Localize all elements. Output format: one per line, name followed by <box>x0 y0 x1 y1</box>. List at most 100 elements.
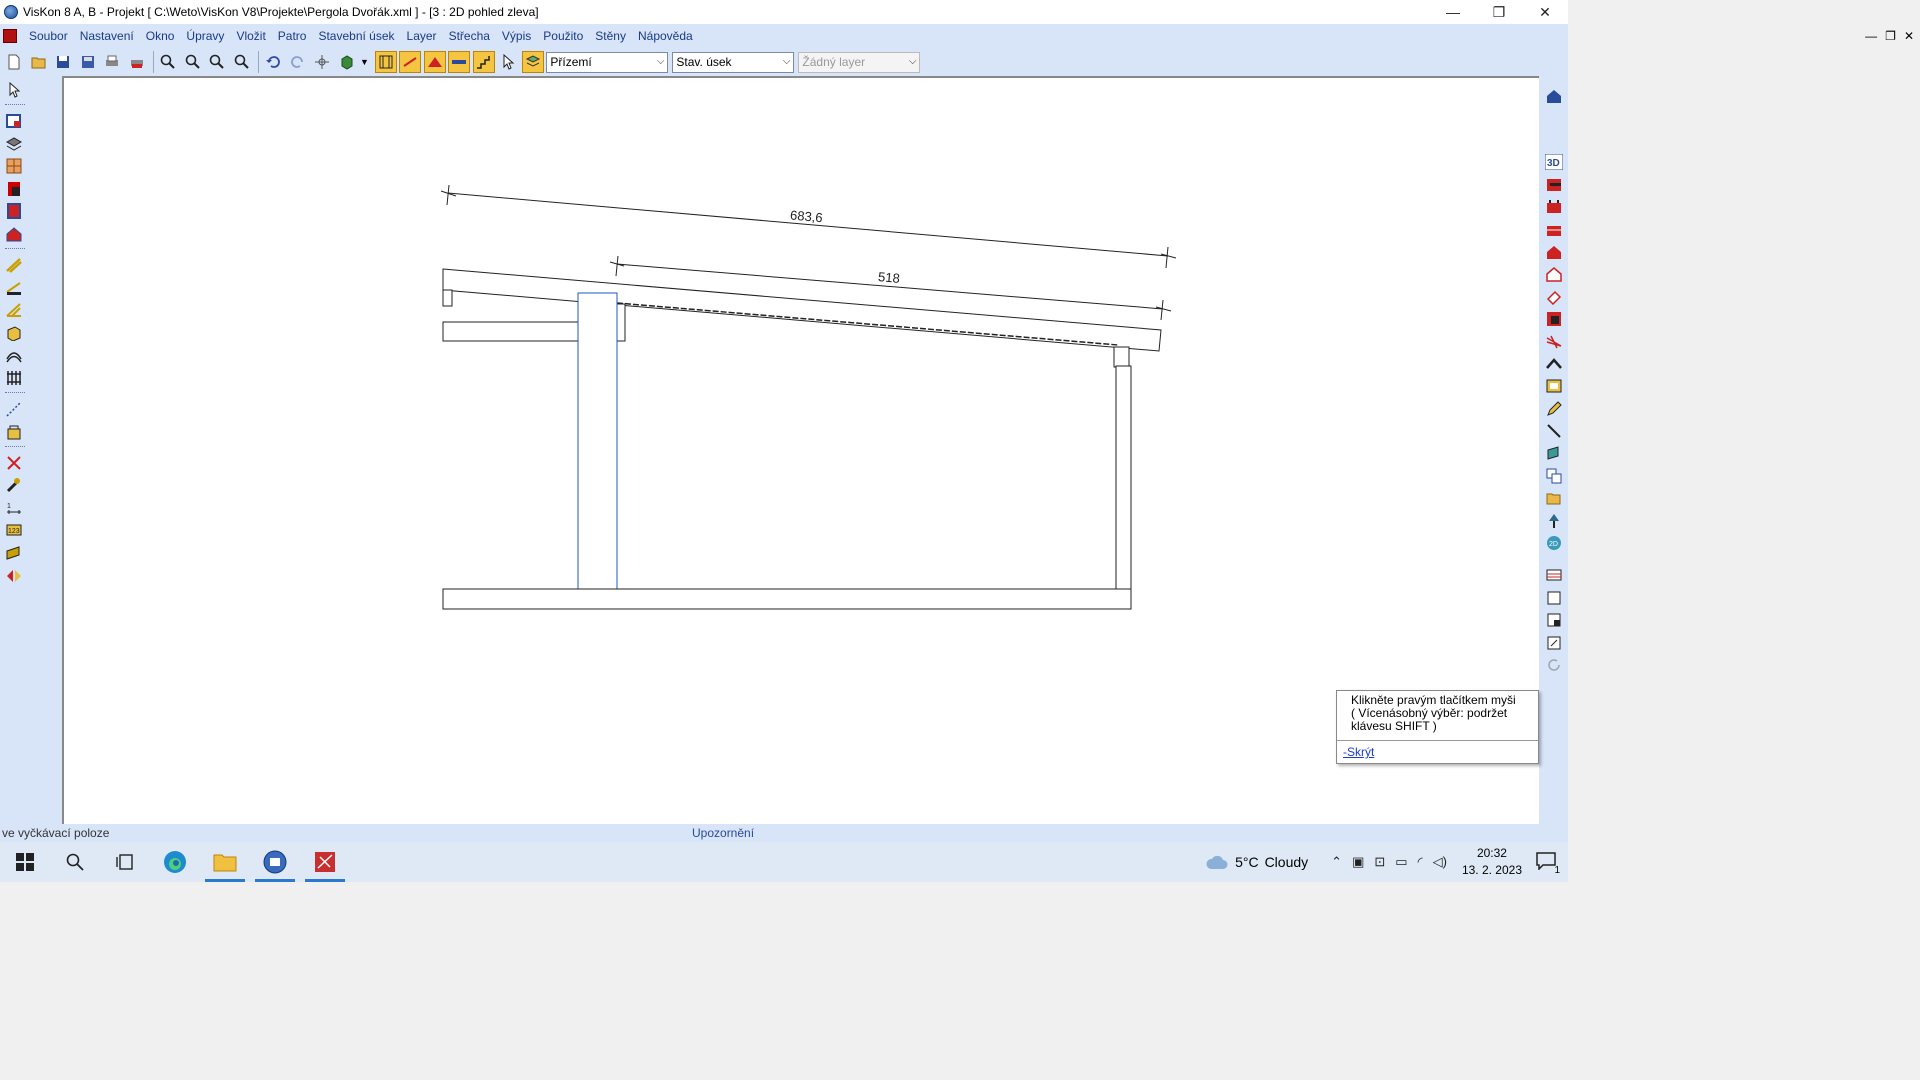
select-arrow-icon[interactable] <box>3 80 25 100</box>
plan-view-icon[interactable] <box>1543 175 1565 195</box>
house-front-icon[interactable] <box>1543 242 1565 262</box>
numbering-icon[interactable]: 123 <box>3 520 25 540</box>
mdi-minimize-button[interactable]: — <box>1865 29 1877 43</box>
floor-tool-icon[interactable] <box>448 51 471 73</box>
clock[interactable]: 20:32 13. 2. 2023 <box>1462 845 1522 879</box>
wall-tool-icon[interactable] <box>374 51 397 73</box>
delete-icon[interactable] <box>3 453 25 473</box>
redo-icon[interactable] <box>287 51 309 73</box>
camera-icon[interactable]: ▣ <box>1352 854 1364 870</box>
door-icon[interactable] <box>3 179 25 199</box>
pencil-icon[interactable] <box>1543 399 1565 419</box>
eraser-icon[interactable] <box>1543 287 1565 307</box>
section-select[interactable]: Stav. úsek ⌵ <box>672 51 795 73</box>
timber-block-icon[interactable] <box>3 323 25 343</box>
menu-okno[interactable]: Okno <box>140 29 181 43</box>
open-file-button[interactable] <box>28 51 50 73</box>
check-square-icon[interactable] <box>1543 633 1565 653</box>
dropdown-arrow-icon[interactable]: ▼ <box>360 57 369 67</box>
zoom-in-icon[interactable] <box>157 51 179 73</box>
line-tool-icon[interactable] <box>1543 421 1565 441</box>
tree-icon[interactable] <box>1543 511 1565 531</box>
layer-view-icon[interactable] <box>521 51 544 73</box>
edge-browser-icon[interactable] <box>150 842 200 882</box>
layers-icon[interactable] <box>3 134 25 154</box>
front-view-icon[interactable] <box>1543 197 1565 217</box>
menu-pouzito[interactable]: Použito <box>537 29 589 43</box>
close-button[interactable]: ✕ <box>1522 0 1568 24</box>
folder-open-icon[interactable] <box>1543 488 1565 508</box>
undo-icon[interactable] <box>262 51 284 73</box>
file-explorer-icon[interactable] <box>200 842 250 882</box>
battens-icon[interactable] <box>3 368 25 388</box>
beam-section-icon[interactable] <box>3 543 25 563</box>
menu-napoveda[interactable]: Nápověda <box>632 29 699 43</box>
floor-select[interactable]: Přízemí ⌵ <box>546 51 669 73</box>
battery-icon[interactable]: ▭ <box>1395 854 1407 870</box>
display-icon[interactable]: ⊡ <box>1374 854 1385 870</box>
print-pdf-button[interactable] <box>126 51 148 73</box>
stairs-tool-icon[interactable] <box>472 51 495 73</box>
house-outline-icon[interactable] <box>1543 264 1565 284</box>
refresh-icon[interactable] <box>1543 655 1565 675</box>
menu-steny[interactable]: Stěny <box>589 29 632 43</box>
drawing-app-icon[interactable] <box>300 842 350 882</box>
column-icon[interactable] <box>3 201 25 221</box>
volume-icon[interactable]: ◁) <box>1433 854 1447 870</box>
frame-icon[interactable] <box>1543 309 1565 329</box>
viskon-app-icon[interactable] <box>250 842 300 882</box>
side-view-drawing[interactable]: 683,6 518 <box>62 76 1539 824</box>
cube-icon[interactable] <box>336 51 358 73</box>
purlin-icon[interactable] <box>3 278 25 298</box>
menu-strecha[interactable]: Střecha <box>443 29 496 43</box>
zoom-all-icon[interactable] <box>206 51 228 73</box>
pointer-select-icon[interactable] <box>497 51 519 73</box>
weather-widget[interactable]: 5°C Cloudy <box>1205 854 1308 870</box>
wifi-icon[interactable]: ◜ <box>1418 854 1423 870</box>
beam-tool-icon[interactable] <box>399 51 422 73</box>
menu-vypis[interactable]: Výpis <box>496 29 537 43</box>
menu-stavebni-usek[interactable]: Stavební úsek <box>312 29 400 43</box>
grid-window-icon[interactable] <box>3 156 25 176</box>
edit-tools-icon[interactable] <box>3 475 25 495</box>
minimize-button[interactable]: — <box>1430 0 1476 24</box>
ridge-icon[interactable] <box>1543 354 1565 374</box>
menu-upravy[interactable]: Úpravy <box>180 29 230 43</box>
rafter-icon[interactable] <box>3 255 25 275</box>
truss-icon[interactable] <box>3 300 25 320</box>
save-as-button[interactable] <box>77 51 99 73</box>
dashed-line-icon[interactable] <box>3 399 25 419</box>
new-file-button[interactable] <box>3 51 25 73</box>
dimension-icon[interactable]: 1 <box>3 498 25 518</box>
square-icon[interactable] <box>1543 588 1565 608</box>
house-icon[interactable] <box>3 224 25 244</box>
save-button[interactable] <box>52 51 74 73</box>
notifications-button[interactable]: 1 <box>1536 851 1560 876</box>
search-icon[interactable] <box>50 842 100 882</box>
menu-patro[interactable]: Patro <box>272 29 313 43</box>
2d-view-icon[interactable]: 2D <box>1543 533 1565 553</box>
menu-soubor[interactable]: Soubor <box>23 29 74 43</box>
maximize-button[interactable]: ❐ <box>1476 0 1522 24</box>
construction-icon[interactable] <box>3 422 25 442</box>
side-view-icon[interactable] <box>1543 220 1565 240</box>
mdi-close-button[interactable]: ✕ <box>1904 29 1914 43</box>
arch-icon[interactable] <box>3 345 25 365</box>
table-icon[interactable] <box>1543 565 1565 585</box>
hatch-icon[interactable] <box>1543 332 1565 352</box>
print-button[interactable] <box>101 51 123 73</box>
roof-tool-icon[interactable] <box>423 51 446 73</box>
chevron-up-icon[interactable]: ⌃ <box>1331 854 1342 870</box>
3d-view-icon[interactable]: 3D <box>1543 152 1565 172</box>
mirror-icon[interactable] <box>3 566 25 586</box>
crosshair-icon[interactable] <box>311 51 333 73</box>
square-shadow-icon[interactable] <box>1543 610 1565 630</box>
zoom-window-icon[interactable] <box>231 51 253 73</box>
menu-layer[interactable]: Layer <box>401 29 443 43</box>
drawing-canvas[interactable]: 683,6 518 <box>62 76 1539 824</box>
panel-icon[interactable] <box>1543 376 1565 396</box>
document-icon[interactable] <box>3 29 17 43</box>
zoom-out-icon[interactable] <box>182 51 204 73</box>
tooltip-hide-link[interactable]: -Skrýt <box>1337 741 1538 763</box>
task-view-icon[interactable] <box>100 842 150 882</box>
